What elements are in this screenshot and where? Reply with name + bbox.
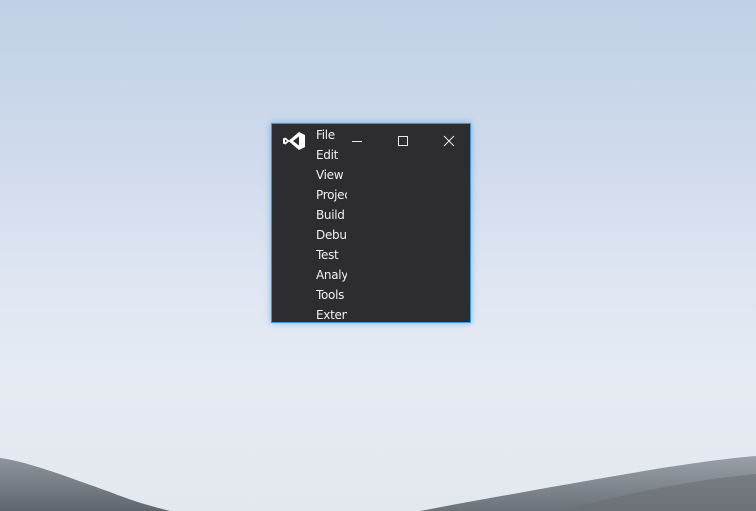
menu-item-project[interactable]: Project	[316, 185, 347, 205]
minimize-button[interactable]	[334, 124, 380, 156]
maximize-button[interactable]	[380, 124, 426, 156]
close-button[interactable]	[426, 124, 470, 156]
menu-item-extensions[interactable]: Extensions	[316, 305, 347, 322]
minimize-icon	[352, 141, 362, 142]
menu-item-view[interactable]: View	[316, 165, 347, 185]
desktop-wallpaper: File Edit View Project Build Debug Test …	[0, 0, 756, 511]
menu-item-debug[interactable]: Debug	[316, 225, 347, 245]
visual-studio-logo-icon	[283, 132, 305, 150]
menu-item-test[interactable]: Test	[316, 245, 347, 265]
menu-item-analyze[interactable]: Analyze	[316, 265, 347, 285]
menu-item-build[interactable]: Build	[316, 205, 347, 225]
visual-studio-window[interactable]: File Edit View Project Build Debug Test …	[271, 123, 471, 323]
maximize-icon	[398, 136, 408, 146]
close-icon	[443, 135, 455, 147]
menu-item-tools[interactable]: Tools	[316, 285, 347, 305]
